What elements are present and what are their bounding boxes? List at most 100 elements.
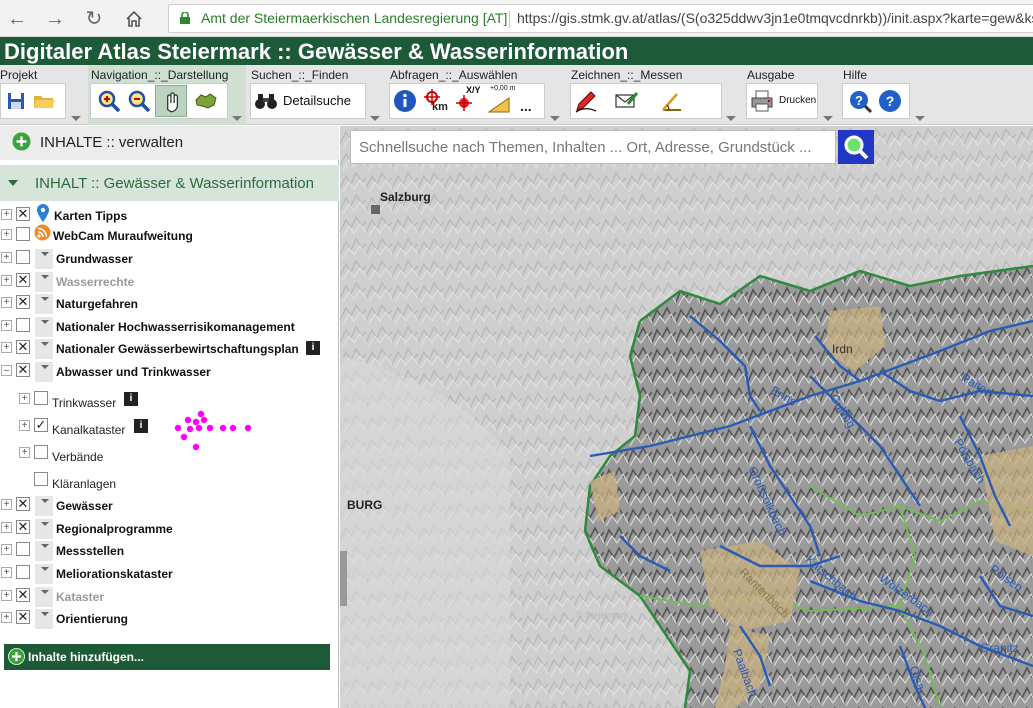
layer-label[interactable]: Nationaler Hochwasserrisikomanagement	[56, 320, 295, 334]
chevron-down-icon[interactable]	[550, 116, 560, 121]
zoom-out-icon[interactable]	[126, 88, 152, 114]
save-icon[interactable]	[3, 88, 29, 114]
layer-checkbox[interactable]	[16, 250, 30, 264]
layer-row-verbaende: + Verbände	[0, 442, 339, 464]
layer-checkbox[interactable]	[34, 391, 48, 405]
layer-label[interactable]: WebCam Muraufweitung	[53, 229, 193, 243]
pan-tool-selected[interactable]	[155, 85, 187, 117]
layer-checkbox[interactable]: ✕	[16, 363, 30, 377]
layer-label[interactable]: Nationaler Gewässerbewirtschaftungsplan	[56, 342, 299, 356]
back-arrow-icon[interactable]: ←	[4, 6, 30, 32]
layer-checkbox[interactable]	[16, 227, 30, 241]
expand-toggle[interactable]: +	[1, 522, 12, 533]
expand-toggle[interactable]: +	[1, 612, 12, 623]
expand-toggle[interactable]: +	[1, 544, 12, 555]
layer-label[interactable]: Kläranlagen	[52, 477, 116, 491]
layer-checkbox[interactable]: ✕	[16, 520, 30, 534]
address-bar[interactable]: Amt der Steiermaerkischen Landesregierun…	[168, 4, 1033, 33]
layer-checkbox[interactable]: ✕	[16, 497, 30, 511]
expand-toggle[interactable]: +	[1, 342, 12, 353]
draw-pen-icon[interactable]	[573, 88, 599, 114]
sidebar-splitter-handle[interactable]	[340, 551, 347, 606]
expand-toggle[interactable]: +	[19, 447, 30, 458]
info-icon[interactable]: i	[306, 341, 320, 355]
layer-label[interactable]: Wasserrechte	[56, 275, 134, 289]
layer-type-icon	[35, 496, 53, 516]
open-folder-icon[interactable]	[31, 88, 57, 114]
layer-label[interactable]: Karten Tipps	[54, 209, 127, 223]
layer-checkbox[interactable]	[16, 565, 30, 579]
layer-label[interactable]: Kanalkataster	[52, 423, 125, 437]
quick-search-input[interactable]	[351, 131, 837, 163]
expand-toggle[interactable]: +	[1, 590, 12, 601]
expand-toggle[interactable]: +	[1, 209, 12, 220]
collapse-toggle[interactable]: –	[1, 365, 12, 376]
layer-checkbox[interactable]	[16, 318, 30, 332]
chevron-down-icon[interactable]	[726, 116, 736, 121]
layer-label[interactable]: Gewässer	[56, 499, 113, 513]
styria-map-icon[interactable]	[193, 88, 219, 114]
expand-toggle[interactable]: +	[19, 393, 30, 404]
elevation-tool[interactable]: +0,00 m	[486, 85, 516, 114]
add-content-button[interactable]: Inhalte hinzufügen...	[4, 644, 330, 670]
layer-label[interactable]: Kataster	[56, 590, 104, 604]
reload-icon[interactable]: ↻	[81, 6, 107, 32]
measure-distance-tool[interactable]: km	[422, 88, 448, 114]
info-icon[interactable]: i	[124, 392, 138, 406]
layer-checkbox[interactable]	[16, 542, 30, 556]
chevron-down-icon[interactable]	[915, 116, 925, 121]
expand-toggle[interactable]: +	[1, 252, 12, 263]
expand-toggle[interactable]: +	[1, 297, 12, 308]
help-search-icon[interactable]: ?	[847, 88, 873, 114]
detail-search-label: Detailsuche	[283, 93, 351, 108]
zoom-in-icon[interactable]	[96, 88, 122, 114]
home-icon[interactable]	[121, 6, 147, 32]
url-text[interactable]: https://gis.stmk.gv.at/atlas/(S(o325ddwv…	[517, 5, 1033, 32]
layer-checkbox[interactable]: ✕	[16, 295, 30, 309]
layer-checkbox[interactable]	[34, 445, 48, 459]
chevron-down-icon[interactable]	[823, 116, 833, 121]
quick-search-box[interactable]	[350, 130, 837, 164]
layer-checkbox[interactable]	[34, 472, 48, 486]
layer-checkbox[interactable]: ✕	[16, 207, 30, 221]
layer-label[interactable]: Regionalprogramme	[56, 522, 173, 536]
ruler-icon	[487, 97, 510, 113]
search-button[interactable]	[838, 130, 874, 164]
layer-label[interactable]: Grundwasser	[56, 252, 133, 266]
expand-toggle[interactable]: +	[1, 567, 12, 578]
expand-toggle[interactable]: +	[1, 229, 12, 240]
coordinate-tool[interactable]: X/Y	[454, 85, 481, 114]
layer-checkbox[interactable]: ✕	[16, 273, 30, 287]
expand-toggle[interactable]: +	[1, 275, 12, 286]
layer-label[interactable]: Trinkwasser	[52, 396, 116, 410]
more-tools-label[interactable]: ...	[520, 98, 532, 114]
detail-search-button[interactable]: Detailsuche	[250, 83, 366, 119]
map-view[interactable]: Salzburg BURG Enns Gulling Palten Großsö…	[340, 126, 1033, 708]
layer-checkbox[interactable]: ✓	[34, 418, 48, 432]
layer-label[interactable]: Naturgefahren	[56, 297, 138, 311]
layer-checkbox[interactable]: ✕	[16, 588, 30, 602]
layer-checkbox[interactable]: ✕	[16, 340, 30, 354]
info-icon[interactable]	[392, 88, 418, 114]
chevron-down-icon[interactable]	[370, 116, 380, 121]
expand-toggle[interactable]: +	[19, 420, 30, 431]
send-drawing-icon[interactable]	[613, 88, 639, 114]
forward-arrow-icon[interactable]: →	[42, 6, 68, 32]
manage-content-row[interactable]: INHALTE :: verwalten	[0, 126, 339, 160]
info-icon[interactable]: i	[134, 419, 148, 433]
help-icon[interactable]: ?	[877, 88, 903, 114]
expand-toggle[interactable]: +	[1, 320, 12, 331]
content-group-header[interactable]: INHALT :: Gewässer & Wasserinformation	[0, 165, 339, 201]
layer-checkbox[interactable]: ✕	[16, 610, 30, 624]
print-button[interactable]: Drucken	[746, 83, 818, 119]
chevron-down-icon[interactable]	[232, 116, 242, 121]
layer-label[interactable]: Verbände	[52, 450, 103, 464]
chevron-down-icon[interactable]	[71, 116, 81, 121]
measure-angle-icon[interactable]	[659, 88, 685, 114]
layer-label[interactable]: Meliorationskataster	[56, 567, 173, 581]
expand-toggle[interactable]: +	[1, 499, 12, 510]
main-toolbar: Projekt Navigation_::_Darstellung Suchen…	[0, 65, 1033, 125]
layer-label[interactable]: Orientierung	[56, 612, 128, 626]
layer-label[interactable]: Abwasser und Trinkwasser	[56, 365, 211, 379]
layer-label[interactable]: Messstellen	[56, 544, 124, 558]
